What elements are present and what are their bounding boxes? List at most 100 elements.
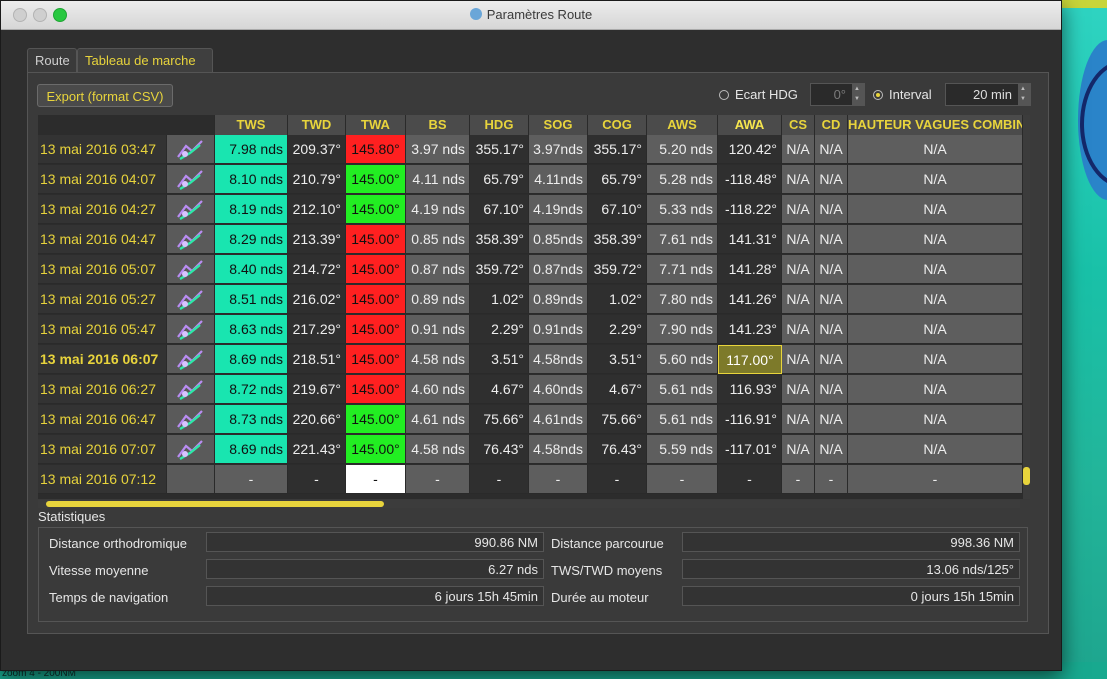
cell-aws[interactable]: 5.59 nds [647, 435, 718, 464]
cell-cog[interactable]: 358.39° [588, 225, 647, 254]
cell-awa[interactable]: 141.28° [718, 255, 782, 284]
cell-hdg[interactable]: 3.51° [470, 345, 529, 374]
cell-aws[interactable]: 5.20 nds [647, 135, 718, 164]
cell-tws[interactable]: - [215, 465, 288, 494]
cell-twd[interactable]: 219.67° [288, 375, 346, 404]
interval-spin-arrows-icon[interactable] [1018, 84, 1030, 105]
cell-hv[interactable]: N/A [848, 405, 1023, 434]
cell-awa[interactable]: -116.91° [718, 405, 782, 434]
cell-bs[interactable]: 0.87 nds [406, 255, 470, 284]
cell-cs[interactable]: N/A [782, 165, 815, 194]
cell-twa[interactable]: 145.00° [346, 435, 406, 464]
cell-date[interactable]: 13 mai 2016 04:47 [38, 225, 167, 254]
cell-aws[interactable]: 7.61 nds [647, 225, 718, 254]
cell-aws[interactable]: 5.61 nds [647, 375, 718, 404]
tab-route[interactable]: Route [27, 48, 77, 72]
cell-cd[interactable]: N/A [815, 375, 848, 404]
cell-bs[interactable]: 0.91 nds [406, 315, 470, 344]
cell-hv[interactable]: N/A [848, 315, 1023, 344]
cell-bs[interactable]: 0.85 nds [406, 225, 470, 254]
cell-cs[interactable]: N/A [782, 435, 815, 464]
cell-hdg[interactable]: 355.17° [470, 135, 529, 164]
ecart-hdg-spinbox[interactable]: 0° [810, 83, 865, 106]
cell-hdg[interactable]: - [470, 465, 529, 494]
cell-awa[interactable]: 120.42° [718, 135, 782, 164]
cell-sog[interactable]: - [529, 465, 588, 494]
cell-twd[interactable]: - [288, 465, 346, 494]
cell-cs[interactable]: N/A [782, 135, 815, 164]
cell-twa[interactable]: 145.00° [346, 345, 406, 374]
cell-aws[interactable]: 5.61 nds [647, 405, 718, 434]
column-header-aws[interactable]: AWS [647, 115, 718, 135]
cell-cd[interactable]: N/A [815, 405, 848, 434]
column-header-twa[interactable]: TWA [346, 115, 406, 135]
cell-bs[interactable]: 4.60 nds [406, 375, 470, 404]
cell-hv[interactable]: N/A [848, 195, 1023, 224]
cell-icon[interactable] [167, 165, 215, 194]
cell-cs[interactable]: N/A [782, 255, 815, 284]
cell-twd[interactable]: 214.72° [288, 255, 346, 284]
column-header-cs[interactable]: CS [782, 115, 815, 135]
cell-cog[interactable]: 75.66° [588, 405, 647, 434]
cell-hv[interactable]: N/A [848, 255, 1023, 284]
cell-twa[interactable]: - [346, 465, 406, 494]
cell-awa[interactable]: - [718, 465, 782, 494]
cell-awa[interactable]: 141.23° [718, 315, 782, 344]
cell-icon[interactable] [167, 375, 215, 404]
cell-icon[interactable] [167, 315, 215, 344]
cell-cd[interactable]: N/A [815, 345, 848, 374]
cell-sog[interactable]: 0.85nds [529, 225, 588, 254]
cell-aws[interactable]: 7.90 nds [647, 315, 718, 344]
cell-sog[interactable]: 0.91nds [529, 315, 588, 344]
cell-cog[interactable]: 355.17° [588, 135, 647, 164]
cell-cd[interactable]: - [815, 465, 848, 494]
cell-twd[interactable]: 221.43° [288, 435, 346, 464]
cell-hv[interactable]: N/A [848, 285, 1023, 314]
column-header-hv[interactable]: HAUTEUR VAGUES COMBIN [848, 115, 1023, 135]
cell-date[interactable]: 13 mai 2016 05:47 [38, 315, 167, 344]
cell-hdg[interactable]: 1.02° [470, 285, 529, 314]
cell-hdg[interactable]: 358.39° [470, 225, 529, 254]
cell-awa[interactable]: 116.93° [718, 375, 782, 404]
cell-tws[interactable]: 8.40 nds [215, 255, 288, 284]
ecart-hdg-radio[interactable] [719, 90, 729, 100]
cell-icon[interactable] [167, 285, 215, 314]
cell-date[interactable]: 13 mai 2016 06:47 [38, 405, 167, 434]
cell-twd[interactable]: 209.37° [288, 135, 346, 164]
cell-cog[interactable]: 2.29° [588, 315, 647, 344]
cell-tws[interactable]: 7.98 nds [215, 135, 288, 164]
cell-hv[interactable]: N/A [848, 165, 1023, 194]
cell-hdg[interactable]: 2.29° [470, 315, 529, 344]
cell-twd[interactable]: 217.29° [288, 315, 346, 344]
cell-tws[interactable]: 8.69 nds [215, 435, 288, 464]
cell-sog[interactable]: 4.11nds [529, 165, 588, 194]
interval-spinbox[interactable]: 20 min [945, 83, 1031, 106]
column-header-hdg[interactable]: HDG [470, 115, 529, 135]
cell-hv[interactable]: - [848, 465, 1023, 494]
cell-date[interactable]: 13 mai 2016 07:07 [38, 435, 167, 464]
column-header-sog[interactable]: SOG [529, 115, 588, 135]
cell-cog[interactable]: 4.67° [588, 375, 647, 404]
cell-cs[interactable]: N/A [782, 225, 815, 254]
cell-twa[interactable]: 145.00° [346, 315, 406, 344]
cell-date[interactable]: 13 mai 2016 06:27 [38, 375, 167, 404]
cell-tws[interactable]: 8.51 nds [215, 285, 288, 314]
cell-twa[interactable]: 145.00° [346, 195, 406, 224]
column-header-awa[interactable]: AWA [718, 115, 782, 135]
cell-bs[interactable]: - [406, 465, 470, 494]
cell-bs[interactable]: 4.19 nds [406, 195, 470, 224]
title-bar[interactable]: Paramètres Route [1, 1, 1061, 30]
cell-cd[interactable]: N/A [815, 255, 848, 284]
cell-twd[interactable]: 220.66° [288, 405, 346, 434]
cell-hdg[interactable]: 65.79° [470, 165, 529, 194]
cell-cog[interactable]: 3.51° [588, 345, 647, 374]
cell-twa[interactable]: 145.00° [346, 375, 406, 404]
cell-tws[interactable]: 8.73 nds [215, 405, 288, 434]
cell-cd[interactable]: N/A [815, 195, 848, 224]
cell-hdg[interactable]: 76.43° [470, 435, 529, 464]
cell-cog[interactable]: - [588, 465, 647, 494]
cell-date[interactable]: 13 mai 2016 04:27 [38, 195, 167, 224]
cell-aws[interactable]: 5.28 nds [647, 165, 718, 194]
cell-hv[interactable]: N/A [848, 435, 1023, 464]
cell-cs[interactable]: N/A [782, 315, 815, 344]
